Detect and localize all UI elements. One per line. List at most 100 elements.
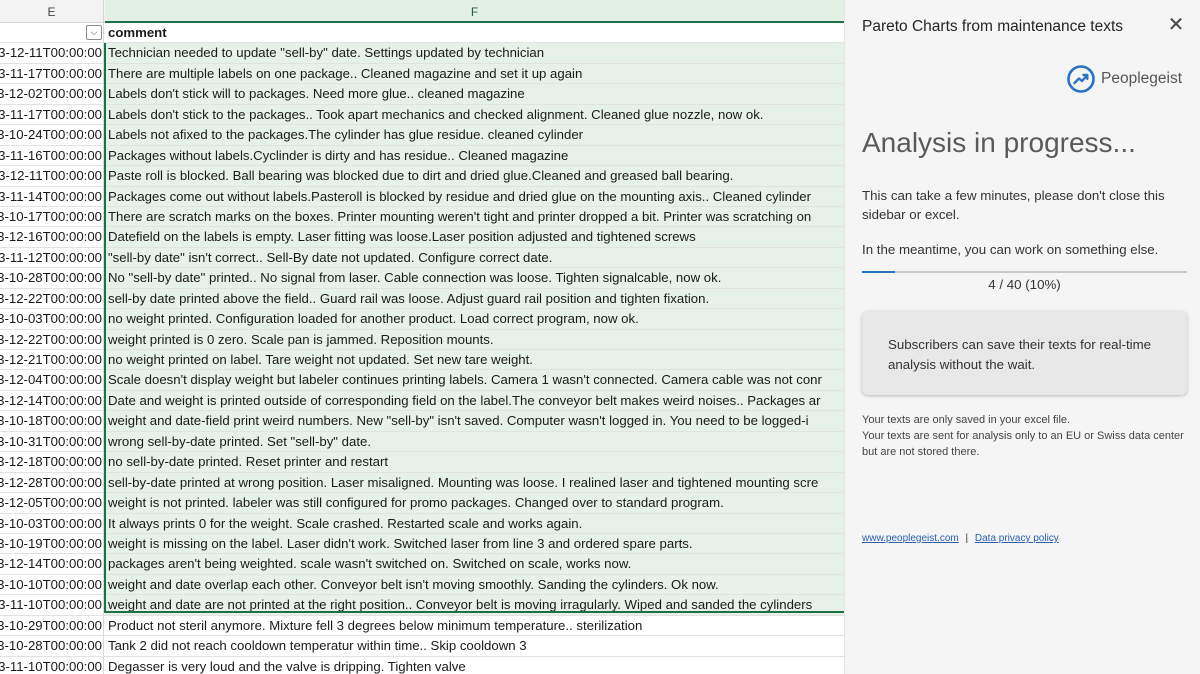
comment-cell[interactable]: Scale doesn't display weight but labeler…	[105, 370, 844, 390]
website-link[interactable]: www.peoplegeist.com	[862, 533, 959, 544]
comment-cell[interactable]: Date and weight is printed outside of co…	[105, 390, 844, 411]
date-cell[interactable]: 3-12-14T00:00:00	[0, 390, 104, 411]
comment-cell[interactable]: Labels don't stick to the packages.. Too…	[105, 104, 844, 125]
date-cell[interactable]: 3-12-11T00:00:00	[0, 43, 104, 63]
comment-cell[interactable]: "sell-by date" isn't correct.. Sell-By d…	[105, 247, 844, 268]
comment-cell[interactable]: Datefield on the labels is empty. Laser …	[105, 227, 844, 247]
comment-cell[interactable]: Product not steril anymore. Mixture fell…	[105, 616, 844, 635]
table-row: 3-11-14T00:00:00 Packages come out withou…	[0, 186, 844, 207]
date-cell[interactable]: 3-12-05T00:00:00	[0, 493, 104, 513]
filter-dropdown-icon[interactable]: ⌵	[86, 25, 102, 40]
date-value: 3-11-10T00:00:00	[0, 658, 102, 674]
footer-links: www.peoplegeist.com | Data privacy polic…	[862, 533, 1059, 544]
comment-cell[interactable]: weight and date-field print weird number…	[105, 411, 844, 431]
date-cell[interactable]: 3-12-02T00:00:00	[0, 84, 104, 104]
table-row: 3-11-16T00:00:00 Packages without labels.…	[0, 145, 844, 167]
comment-cell[interactable]: Degasser is very loud and the valve is d…	[105, 657, 844, 674]
table-row: 3-10-28T00:00:00 No "sell-by date" printe…	[0, 268, 844, 289]
comment-cell[interactable]: No "sell-by date" printed.. No signal fr…	[105, 268, 844, 288]
comment-cell[interactable]: weight printed is 0 zero. Scale pan is j…	[105, 329, 844, 349]
date-value: 3-12-22T00:00:00	[0, 290, 102, 306]
date-value: 3-10-24T00:00:00	[0, 127, 102, 143]
comment-cell[interactable]: Packages without labels.Cyclinder is dir…	[105, 145, 844, 166]
date-cell[interactable]: 3-12-18T00:00:00	[0, 452, 104, 472]
date-cell[interactable]: 3-10-03T00:00:00	[0, 513, 104, 533]
table-row: 3-11-10T00:00:00 weight and date are not …	[0, 595, 844, 616]
date-cell[interactable]: 3-11-17T00:00:00	[0, 63, 104, 84]
comment-cell[interactable]: Packages come out without labels.Pastero…	[105, 186, 844, 206]
comment-cell[interactable]: weight is missing on the label. Laser di…	[105, 533, 844, 554]
comment-cell[interactable]: no sell-by-date printed. Reset printer a…	[105, 452, 844, 472]
date-cell[interactable]: 3-12-22T00:00:00	[0, 329, 104, 349]
brand-logo: Peoplegeist	[1066, 64, 1182, 94]
comment-cell[interactable]: weight and date overlap each other. Conv…	[105, 574, 844, 595]
date-cell[interactable]: 3-12-21T00:00:00	[0, 350, 104, 370]
table-row: 3-12-02T00:00:00 Labels don't stick will …	[0, 84, 844, 105]
comment-cell[interactable]: sell-by date printed above the field.. G…	[105, 288, 844, 309]
date-cell[interactable]: 3-10-18T00:00:00	[0, 411, 104, 431]
date-cell[interactable]: 3-10-19T00:00:00	[0, 533, 104, 554]
trend-up-circle-icon	[1067, 65, 1095, 93]
comment-cell[interactable]: There are scratch marks on the boxes. Pr…	[105, 206, 844, 227]
date-value: 3-11-16T00:00:00	[0, 147, 102, 163]
date-cell[interactable]: 3-12-28T00:00:00	[0, 472, 104, 493]
column-header-f[interactable]: F	[105, 0, 844, 23]
date-value: 3-12-11T00:00:00	[0, 45, 102, 61]
date-cell[interactable]: 3-10-29T00:00:00	[0, 615, 104, 636]
comment-cell[interactable]: Tank 2 did not reach cooldown temperatur…	[105, 636, 844, 655]
date-cell[interactable]: 3-10-28T00:00:00	[0, 268, 104, 288]
comment-cell[interactable]: wrong sell-by-date printed. Set "sell-by…	[105, 431, 844, 452]
column-header-e[interactable]: E	[0, 0, 104, 23]
comment-cell[interactable]: There are multiple labels on one package…	[105, 63, 844, 84]
comment-cell[interactable]: no weight printed on label. Tare weight …	[105, 350, 844, 370]
sheet-rows: ⌵ comment 3-12-11T00:00:00 Technician nee…	[0, 23, 844, 674]
date-cell[interactable]: 3-10-17T00:00:00	[0, 206, 104, 227]
header-cell-e[interactable]: ⌵	[0, 23, 104, 43]
date-cell[interactable]: 3-10-10T00:00:00	[0, 574, 104, 595]
comment-cell[interactable]: sell-by-date printed at wrong position. …	[105, 472, 844, 493]
date-cell[interactable]: 3-12-22T00:00:00	[0, 288, 104, 309]
table-row: 3-12-18T00:00:00 no sell-by-date printed.…	[0, 452, 844, 473]
date-value: 3-10-19T00:00:00	[0, 535, 102, 551]
date-cell[interactable]: 3-11-12T00:00:00	[0, 247, 104, 268]
comment-cell[interactable]: Technician needed to update "sell-by" da…	[105, 43, 844, 63]
date-cell[interactable]: 3-11-10T00:00:00	[0, 595, 104, 615]
date-cell[interactable]: 3-11-16T00:00:00	[0, 145, 104, 166]
privacy-line-1: Your texts are only saved in your excel …	[862, 414, 1071, 426]
date-value: 3-12-21T00:00:00	[0, 352, 102, 367]
date-value: 3-10-17T00:00:00	[0, 208, 102, 224]
comment-cell[interactable]: packages aren't being weighted. scale wa…	[105, 554, 844, 574]
comment-cell[interactable]: Labels not afixed to the packages.The cy…	[105, 125, 844, 145]
comment-cell[interactable]: Labels don't stick will to packages. Nee…	[105, 84, 844, 104]
date-cell[interactable]: 3-11-14T00:00:00	[0, 186, 104, 206]
date-value: 3-10-10T00:00:00	[0, 576, 102, 592]
table-row: 3-10-17T00:00:00 There are scratch marks …	[0, 206, 844, 228]
date-cell[interactable]: 3-11-17T00:00:00	[0, 104, 104, 125]
date-value: 3-11-12T00:00:00	[0, 249, 102, 265]
table-row: 3-12-11T00:00:00 Technician needed to upd…	[0, 43, 844, 64]
table-row: 3-10-29T00:00:00 Product not steril anymo…	[0, 615, 844, 637]
date-cell[interactable]: 3-10-31T00:00:00	[0, 431, 104, 452]
date-cell[interactable]: 3-10-24T00:00:00	[0, 125, 104, 145]
date-value: 3-10-03T00:00:00	[0, 311, 102, 327]
date-cell[interactable]: 3-10-28T00:00:00	[0, 636, 104, 656]
date-cell[interactable]: 3-11-10T00:00:00	[0, 656, 104, 674]
subscriber-promo-card: Subscribers can save their texts for rea…	[862, 311, 1187, 395]
privacy-policy-link[interactable]: Data privacy policy	[975, 533, 1059, 544]
date-cell[interactable]: 3-10-03T00:00:00	[0, 309, 104, 329]
date-cell[interactable]: 3-12-14T00:00:00	[0, 554, 104, 574]
close-icon[interactable]: ✕	[1165, 14, 1187, 36]
date-cell[interactable]: 3-12-04T00:00:00	[0, 370, 104, 390]
comment-cell[interactable]: weight and date are not printed at the r…	[105, 595, 844, 615]
comment-cell[interactable]: weight is not printed. labeler was still…	[105, 493, 844, 513]
date-cell[interactable]: 3-12-16T00:00:00	[0, 227, 104, 247]
spreadsheet-grid[interactable]: E F ⌵ comment 3-12-11T00:00:00 Technician…	[0, 0, 844, 674]
comment-cell[interactable]: Paste roll is blocked. Ball bearing was …	[105, 166, 844, 186]
comment-header-cell[interactable]: comment	[105, 23, 844, 43]
table-row: 3-12-14T00:00:00 packages aren't being we…	[0, 554, 844, 575]
comment-cell[interactable]: It always prints 0 for the weight. Scale…	[105, 513, 844, 533]
date-cell[interactable]: 3-12-11T00:00:00	[0, 166, 104, 186]
table-row: 3-12-16T00:00:00 Datefield on the labels …	[0, 227, 844, 248]
progress-text: 4 / 40 (10%)	[988, 277, 1061, 292]
comment-cell[interactable]: no weight printed. Configuration loaded …	[105, 309, 844, 329]
